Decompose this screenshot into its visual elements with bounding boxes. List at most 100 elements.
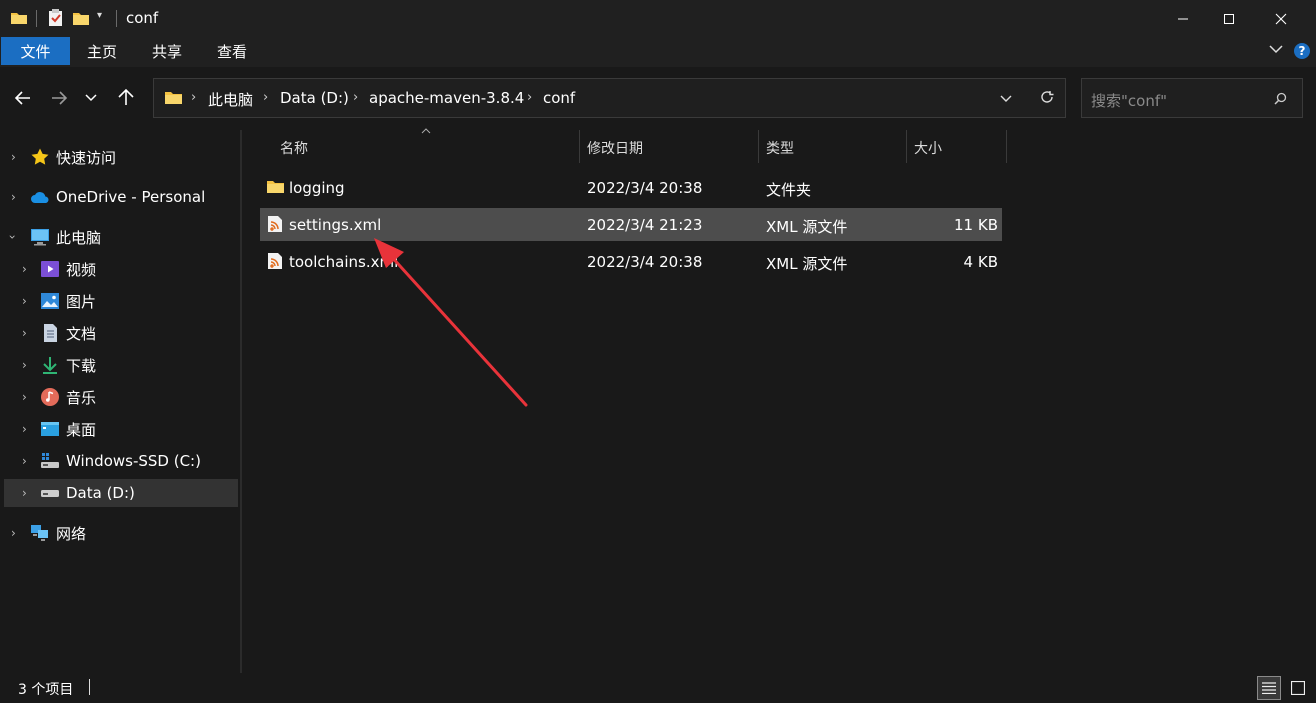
drive-d-icon [40,486,60,500]
column-header-type[interactable]: 类型 [766,138,794,158]
address-dropdown-icon[interactable] [1000,95,1012,103]
maximize-button[interactable] [1206,0,1252,37]
expand-chevron-icon[interactable]: › [22,390,27,404]
tab-file[interactable]: 文件 [1,37,70,65]
breadcrumb-separator: › [263,90,269,105]
sidebar-item-quick-access[interactable]: 快速访问 [30,143,116,171]
pane-divider[interactable] [240,130,242,673]
recent-locations-button[interactable] [85,94,97,102]
file-size: 4 KB [963,253,998,271]
status-bar [0,673,1316,703]
cloud-icon [30,190,51,204]
customize-toolbar-icon[interactable]: ▾ [97,10,102,21]
column-divider[interactable] [1006,130,1007,163]
title-bar [0,0,1316,37]
details-view-icon [1262,682,1276,694]
expand-chevron-icon[interactable]: › [11,526,16,540]
folder-icon [10,10,28,26]
file-row[interactable]: logging 2022/3/4 20:38 文件夹 [260,171,1002,204]
drive-c-icon [40,452,60,470]
breadcrumb-separator: › [191,90,197,105]
search-placeholder[interactable]: 搜索"conf" [1091,90,1167,111]
sidebar-item-onedrive[interactable]: OneDrive - Personal [30,183,205,211]
up-button[interactable] [117,88,135,106]
sidebar-item-desktop[interactable]: 桌面 [40,415,96,443]
column-header-modified[interactable]: 修改日期 [587,138,643,158]
video-icon [40,260,60,278]
breadcrumb-apache-maven[interactable]: apache-maven-3.8.4 [369,89,524,107]
sidebar-item-downloads[interactable]: 下载 [40,351,96,379]
sidebar-item-pictures[interactable]: 图片 [40,287,96,315]
item-count: 3 个项目 [18,682,74,698]
window-title: conf [126,9,159,27]
breadcrumb-conf[interactable]: conf [543,89,575,107]
column-divider[interactable] [579,130,580,163]
minimize-button[interactable] [1160,0,1206,37]
forward-button[interactable] [50,90,68,106]
address-folder-icon [164,90,183,106]
breadcrumb-data-d[interactable]: Data (D:) [280,89,349,107]
sidebar-item-documents[interactable]: 文档 [40,319,96,347]
file-modified: 2022/3/4 20:38 [587,253,703,271]
expand-chevron-icon[interactable]: › [22,358,27,372]
folder-icon [266,179,285,195]
file-type: XML 源文件 [766,218,848,236]
expand-ribbon-icon[interactable] [1269,44,1283,54]
expand-chevron-icon[interactable]: › [22,454,27,468]
file-type: 文件夹 [766,181,812,199]
sidebar-item-this-pc[interactable]: 此电脑 [30,223,101,251]
expand-chevron-icon[interactable]: › [22,262,27,276]
refresh-icon[interactable] [1040,90,1054,104]
help-icon[interactable]: ? [1294,43,1310,59]
sidebar-item-videos[interactable]: 视频 [40,255,96,283]
file-name: logging [289,179,345,197]
xml-file-icon [267,215,283,233]
column-header-size[interactable]: 大小 [914,138,942,158]
column-divider[interactable] [906,130,907,163]
file-size: 11 KB [954,216,998,234]
sidebar-item-music[interactable]: 音乐 [40,383,96,411]
star-icon [30,147,50,167]
details-view-button[interactable] [1257,676,1281,700]
breadcrumb-separator: › [353,90,359,105]
ribbon [0,37,1316,67]
annotation-arrow [374,238,528,407]
picture-icon [40,292,60,310]
collapse-chevron-icon[interactable]: › [5,235,19,240]
tab-view[interactable]: 查看 [210,37,254,65]
file-modified: 2022/3/4 21:23 [587,216,703,234]
desktop-icon [40,420,60,438]
large-icons-view-button[interactable] [1286,676,1310,700]
sidebar-item-drive-c[interactable]: Windows-SSD (C:) [40,447,201,475]
properties-icon[interactable] [48,9,64,27]
large-icons-view-icon [1291,681,1305,695]
computer-icon [30,228,50,246]
new-folder-icon[interactable] [72,11,90,26]
column-divider[interactable] [758,130,759,163]
navigation-pane [0,130,240,673]
back-button[interactable] [14,90,32,106]
file-type: XML 源文件 [766,255,848,273]
expand-chevron-icon[interactable]: › [22,486,27,500]
tab-share[interactable]: 共享 [145,37,189,65]
file-modified: 2022/3/4 20:38 [587,179,703,197]
document-icon [40,323,60,343]
tab-home[interactable]: 主页 [80,37,124,65]
sort-ascending-icon [421,128,431,134]
expand-chevron-icon[interactable]: › [11,190,16,204]
network-icon [30,523,50,543]
search-icon[interactable] [1274,92,1287,105]
column-header-name[interactable]: 名称 [280,138,308,158]
expand-chevron-icon[interactable]: › [22,422,27,436]
download-icon [40,355,60,375]
status-divider [89,679,90,695]
sidebar-item-drive-d[interactable]: Data (D:) [40,479,135,507]
expand-chevron-icon[interactable]: › [22,326,27,340]
expand-chevron-icon[interactable]: › [11,150,16,164]
breadcrumb-separator: › [527,90,533,105]
breadcrumb-this-pc[interactable]: 此电脑 [208,89,253,110]
sidebar-item-network[interactable]: 网络 [30,519,86,547]
xml-file-icon [267,252,283,270]
close-button[interactable] [1258,0,1304,37]
expand-chevron-icon[interactable]: › [22,294,27,308]
